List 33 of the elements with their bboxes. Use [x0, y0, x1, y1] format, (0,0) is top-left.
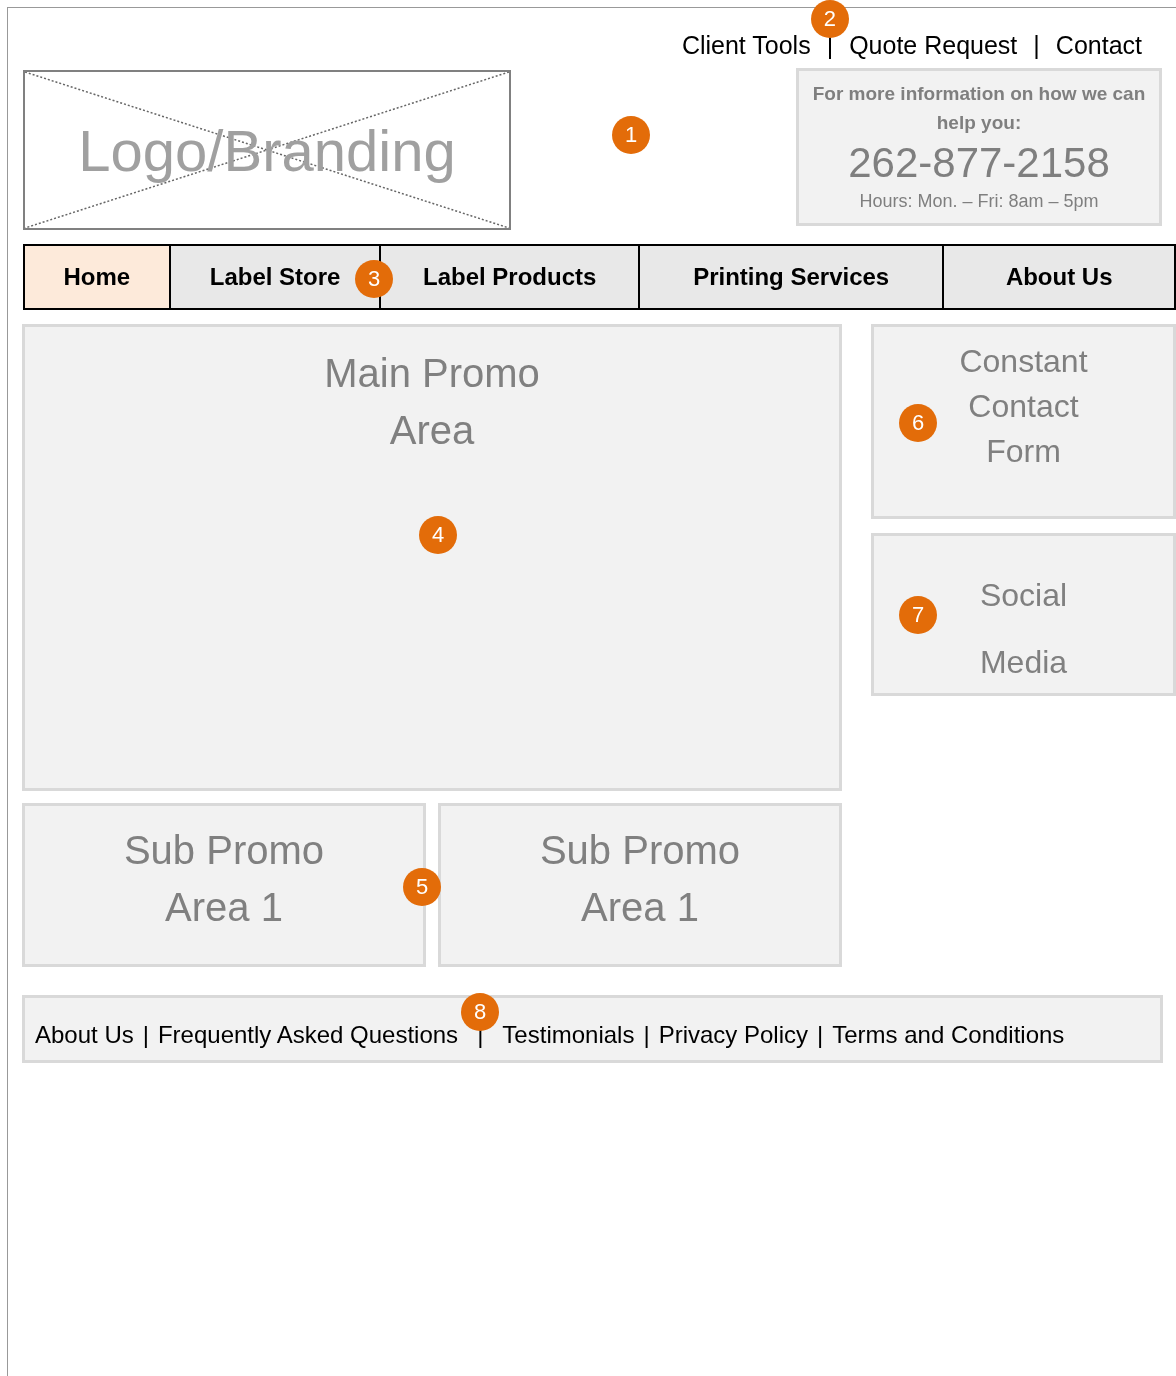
link-separator: | — [643, 1020, 650, 1050]
placeholder-label: Media — [979, 643, 1068, 682]
footer-link[interactable]: Frequently Asked Questions — [157, 1020, 459, 1050]
link-separator: | — [1033, 30, 1040, 60]
business-hours: Hours: Mon. – Fri: 8am – 5pm — [859, 190, 1099, 213]
placeholder-label: Sub Promo — [539, 827, 741, 874]
placeholder-label: Social — [979, 576, 1068, 615]
annotation-marker: 8 — [461, 993, 500, 1031]
nav-tab[interactable]: About Us — [944, 246, 1176, 308]
footer-link[interactable]: Testimonials — [502, 1020, 635, 1050]
annotation-marker: 1 — [612, 116, 650, 154]
placeholder-label: Contact — [968, 387, 1079, 426]
annotation-marker: 2 — [810, 0, 849, 38]
footer-link[interactable]: About Us — [35, 1020, 134, 1050]
footer-link[interactable]: Terms and Conditions — [832, 1020, 1065, 1050]
placeholder-label: Form — [986, 432, 1061, 471]
contact-intro: For more information on how we can help you: — [811, 82, 1147, 135]
phone-number: 262-877-2158 — [848, 138, 1110, 188]
placeholder-label: Main Promo — [324, 350, 540, 397]
link-separator: | — [817, 1020, 824, 1050]
link-separator: | — [142, 1020, 149, 1050]
nav-tab[interactable]: Printing Services — [639, 246, 945, 308]
top-link[interactable]: Client Tools — [681, 30, 811, 60]
top-link[interactable]: Contact — [1055, 30, 1142, 60]
nav-tab[interactable]: Label Products — [381, 246, 640, 308]
top-link[interactable]: Quote Request — [849, 30, 1018, 60]
placeholder-label: Area — [389, 407, 475, 454]
placeholder-label: Area 1 — [165, 884, 283, 931]
nav-tab[interactable]: Home — [25, 246, 171, 308]
placeholder-label: Constant — [959, 342, 1088, 381]
placeholder-label: Area 1 — [581, 884, 699, 931]
footer-link[interactable]: Privacy Policy — [658, 1020, 808, 1050]
placeholder-label: Sub Promo — [123, 827, 325, 874]
